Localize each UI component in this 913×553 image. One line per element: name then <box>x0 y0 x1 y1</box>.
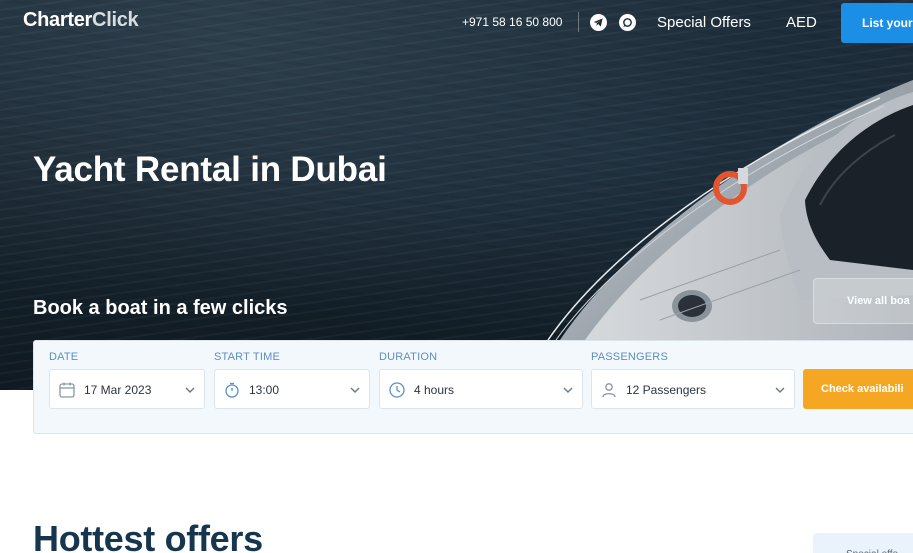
chevron-down-icon <box>350 387 360 393</box>
special-offers-tab[interactable]: Special offe <box>813 533 913 553</box>
passengers-select[interactable]: 12 Passengers <box>591 369 795 409</box>
yacht-image <box>547 80 913 390</box>
calendar-icon <box>59 382 75 398</box>
duration-select[interactable]: 4 hours <box>379 369 583 409</box>
chevron-down-icon <box>563 387 573 393</box>
header-divider <box>578 12 579 32</box>
date-picker[interactable]: 17 Mar 2023 <box>49 369 205 409</box>
chevron-down-icon <box>185 387 195 393</box>
view-all-boats-button[interactable]: View all boa <box>813 278 913 324</box>
duration-value: 4 hours <box>414 383 455 397</box>
whatsapp-glyph <box>623 18 632 28</box>
phone-number[interactable]: +971 58 16 50 800 <box>462 15 562 29</box>
check-availability-button[interactable]: Check availabili <box>803 369 913 409</box>
special-offers-link[interactable]: Special Offers <box>657 14 751 31</box>
telegram-glyph <box>593 18 603 27</box>
list-your-boat-button[interactable]: List your <box>841 3 913 43</box>
logo-accent: Click <box>92 9 139 31</box>
passengers-value: 12 Passengers <box>626 383 707 397</box>
logo[interactable]: CharterClick <box>23 9 139 32</box>
passengers-label: PASSENGERS <box>591 351 668 363</box>
date-label: DATE <box>49 351 79 363</box>
clock-icon <box>389 382 405 398</box>
telegram-icon[interactable] <box>590 14 607 31</box>
currency-selector[interactable]: AED <box>786 14 817 31</box>
logo-main: Charter <box>23 9 93 31</box>
hero-subtitle: Book a boat in a few clicks <box>33 297 288 319</box>
booking-search-bar: DATE 17 Mar 2023 START TIME 13:00 DURATI… <box>33 340 913 434</box>
page-title: Yacht Rental in Dubai <box>33 150 387 189</box>
hottest-offers-heading: Hottest offers <box>33 518 263 553</box>
start-time-label: START TIME <box>214 351 280 363</box>
stopwatch-icon <box>225 382 239 398</box>
chevron-down-icon <box>775 387 785 393</box>
whatsapp-icon[interactable] <box>619 14 636 31</box>
start-time-value: 13:00 <box>249 383 280 397</box>
duration-label: DURATION <box>379 351 438 363</box>
hero-banner: CharterClick +971 58 16 50 800 Special O… <box>0 0 913 390</box>
date-value: 17 Mar 2023 <box>84 383 152 397</box>
start-time-select[interactable]: 13:00 <box>214 369 370 409</box>
user-icon <box>602 383 616 398</box>
